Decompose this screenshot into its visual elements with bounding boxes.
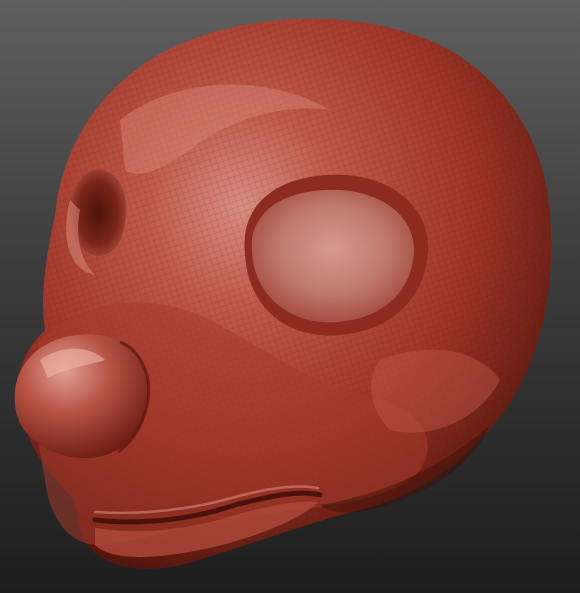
sculpt-viewport[interactable] (0, 0, 580, 593)
sculpt-model-head[interactable] (0, 0, 580, 593)
right-eye-socket (251, 189, 415, 323)
